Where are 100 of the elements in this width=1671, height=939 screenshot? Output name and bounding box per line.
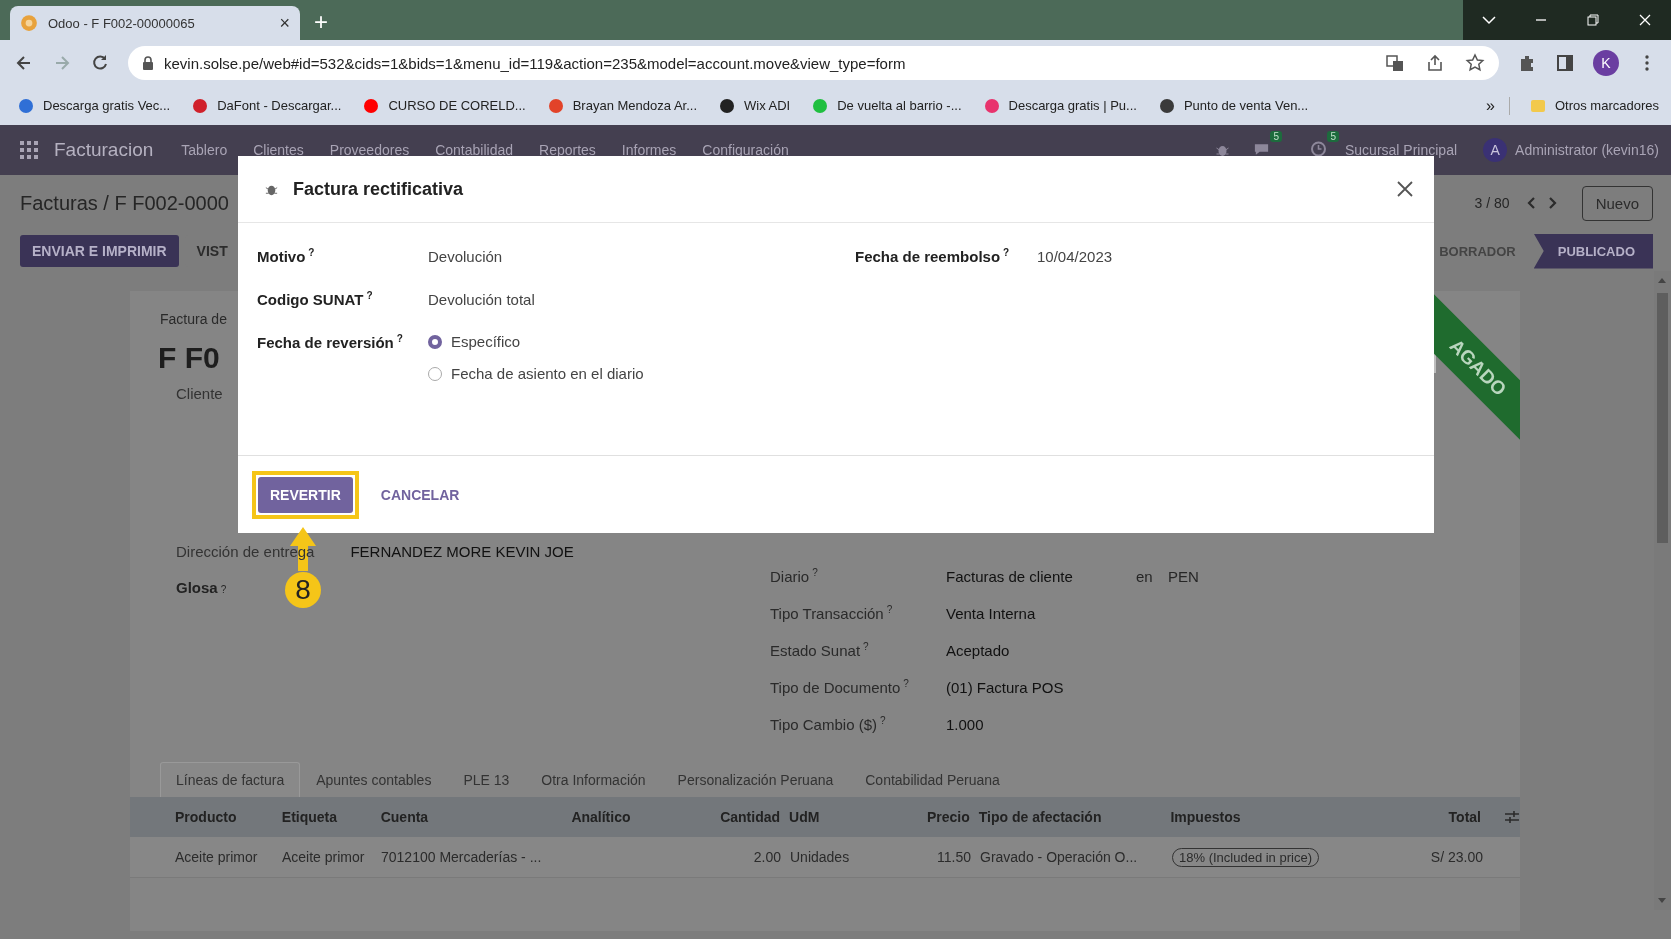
tab-close-button[interactable]: ×	[279, 12, 290, 34]
reload-icon[interactable]	[90, 53, 110, 73]
field-label: en	[1136, 568, 1154, 585]
nav-menu-item[interactable]: Informes	[621, 142, 677, 158]
field-value: 1.000	[946, 716, 985, 733]
new-button[interactable]: Nuevo	[1581, 185, 1653, 221]
table-cell-text: Aceite primor	[175, 849, 259, 865]
column-header[interactable]: Cuenta	[380, 809, 572, 825]
browser-tab[interactable]: Odoo - F F002-00000065 ×	[10, 6, 300, 40]
share-icon[interactable]	[1425, 53, 1445, 73]
scrollbar-thumb[interactable]	[1657, 293, 1668, 543]
help-mark: ?	[220, 584, 227, 595]
action-button[interactable]: ENVIAR E IMPRIMIR	[20, 235, 179, 267]
column-header[interactable]: Producto	[175, 809, 282, 825]
field-value: Aceptado	[946, 642, 1011, 659]
close-icon[interactable]	[1396, 180, 1414, 198]
field-value: (01) Factura POS	[946, 679, 1065, 696]
table-cell-text: Aceite primor	[282, 849, 366, 865]
nav-menu-item[interactable]: Contabilidad	[435, 142, 514, 158]
bookmark[interactable]: Brayan Mendoza Ar...	[547, 97, 697, 114]
notebook-tab[interactable]: Apuntes contables	[300, 762, 448, 797]
folder-icon	[1529, 97, 1546, 114]
column-header[interactable]: UdM	[789, 809, 879, 825]
field-label: Glosa	[176, 579, 218, 596]
other-bookmarks[interactable]: Otros marcadores	[1529, 97, 1659, 114]
field-value: Venta Interna	[946, 605, 1037, 622]
nav-menu-item[interactable]: Clientes	[253, 142, 304, 158]
radio-label[interactable]: Fecha de asiento en el diario	[451, 365, 644, 382]
user-menu[interactable]: Administrator (kevin16)	[1515, 142, 1659, 158]
column-header[interactable]: Tipo de afectación	[978, 809, 1171, 825]
bookmark-label: Descarga gratis | Pu...	[1008, 98, 1137, 113]
column-header[interactable]: Analítico	[571, 809, 682, 825]
next-icon[interactable]	[1547, 196, 1558, 210]
invoice-number: F F0	[158, 341, 220, 375]
bookmark[interactable]: De vuelta al barrio -...	[812, 97, 962, 114]
more-bookmarks-button[interactable]: »	[1478, 96, 1510, 115]
bookmark[interactable]: DaFont - Descargar...	[192, 97, 342, 114]
star-icon[interactable]	[1465, 53, 1485, 73]
nav-menu-item[interactable]: Proveedores	[329, 142, 410, 158]
revert-button[interactable]: REVERTIR	[258, 476, 353, 513]
field-label: Fecha de reversión	[257, 334, 394, 351]
bookmark[interactable]: CURSO DE CORELD...	[363, 97, 526, 114]
column-settings-icon[interactable]	[1504, 810, 1520, 824]
tab-title: Odoo - F F002-00000065	[48, 15, 196, 31]
column-header[interactable]: Precio	[878, 809, 979, 825]
side-panel-icon[interactable]	[1555, 53, 1575, 73]
notebook-tab[interactable]: Otra Información	[525, 762, 662, 797]
help-mark: ?	[812, 567, 818, 578]
apps-menu-icon[interactable]	[20, 141, 38, 159]
notebook-tab[interactable]: Personalización Peruana	[661, 762, 850, 797]
column-header[interactable]: Cantidad	[681, 809, 790, 825]
column-header[interactable]: Total	[1400, 809, 1490, 825]
notebook-tab[interactable]: Contabilidad Peruana	[849, 762, 1016, 797]
column-header[interactable]: Impuestos	[1170, 809, 1401, 825]
breadcrumb: Facturas / F F002-0000	[20, 191, 229, 215]
site-icon	[547, 97, 564, 114]
new-tab-button[interactable]: +	[314, 8, 328, 36]
bookmark[interactable]: Punto de venta Ven...	[1158, 97, 1309, 114]
bookmark-label: Punto de venta Ven...	[1183, 98, 1309, 113]
nav-menu-item[interactable]: Tablero	[181, 142, 228, 158]
notification-badge: 5	[1327, 130, 1339, 142]
column-header[interactable]: Etiqueta	[281, 809, 381, 825]
translate-icon[interactable]	[1385, 53, 1405, 73]
bookmark-label: Brayan Mendoza Ar...	[572, 98, 697, 113]
field-value: PEN	[1168, 568, 1199, 585]
notebook-tab[interactable]: Líneas de factura	[160, 762, 301, 797]
nav-menu-item[interactable]: Configuración	[702, 142, 789, 158]
help-mark: ?	[863, 641, 869, 652]
profile-avatar[interactable]: K	[1593, 50, 1619, 76]
app-name[interactable]: Facturacion	[54, 139, 154, 161]
field-value: FERNANDEZ MORE KEVIN JOE	[350, 543, 574, 560]
address-bar[interactable]: kevin.solse.pe/web#id=532&cids=1&bids=1&menu_id=119&action=235&model=account.move&view_type=form	[128, 46, 1499, 80]
table-cell-text: Gravado - Operación O...	[980, 849, 1139, 865]
bookmark[interactable]: Wix ADI	[719, 97, 791, 114]
field-label: Estado Sunat	[770, 642, 861, 659]
table-cell-text: 7012100 Mercaderías - ...	[381, 849, 543, 865]
field-value[interactable]: Devolución	[428, 248, 503, 265]
pager-counter: 3 / 80	[1474, 195, 1510, 211]
bookmark-label: De vuelta al barrio -...	[837, 98, 962, 113]
odoo-favicon-icon	[20, 14, 38, 32]
status-step[interactable]: PUBLICADO	[1533, 233, 1653, 269]
nav-menu-item[interactable]: Reportes	[539, 142, 596, 158]
dialog-title: Factura rectificativa	[293, 178, 464, 200]
field-label: Diario	[770, 568, 810, 585]
previous-icon[interactable]	[1525, 196, 1536, 210]
url-text: kevin.solse.pe/web#id=532&cids=1&bids=1&menu_id=119&action=235&model=account.move&view_type=form	[164, 54, 907, 72]
field-value[interactable]: Devolución total	[428, 291, 535, 308]
bookmark[interactable]: Descarga gratis Vec...	[18, 97, 171, 114]
field-label: Fecha de reembolso	[855, 248, 1001, 265]
radio-button[interactable]	[428, 334, 442, 349]
radio-label[interactable]: Específico	[451, 333, 521, 350]
company-switcher[interactable]: Sucursal Principal	[1345, 142, 1458, 158]
help-mark: ?	[396, 333, 403, 344]
table-cell-text: S/ 23.00	[1429, 849, 1484, 865]
field-value[interactable]: 10/04/2023	[1037, 248, 1113, 265]
bookmark[interactable]: Descarga gratis | Pu...	[983, 97, 1137, 114]
notebook-tab[interactable]: PLE 13	[447, 762, 526, 797]
clock-icon[interactable]	[1310, 140, 1327, 157]
lock-icon	[142, 56, 154, 70]
help-mark: ?	[366, 290, 373, 301]
